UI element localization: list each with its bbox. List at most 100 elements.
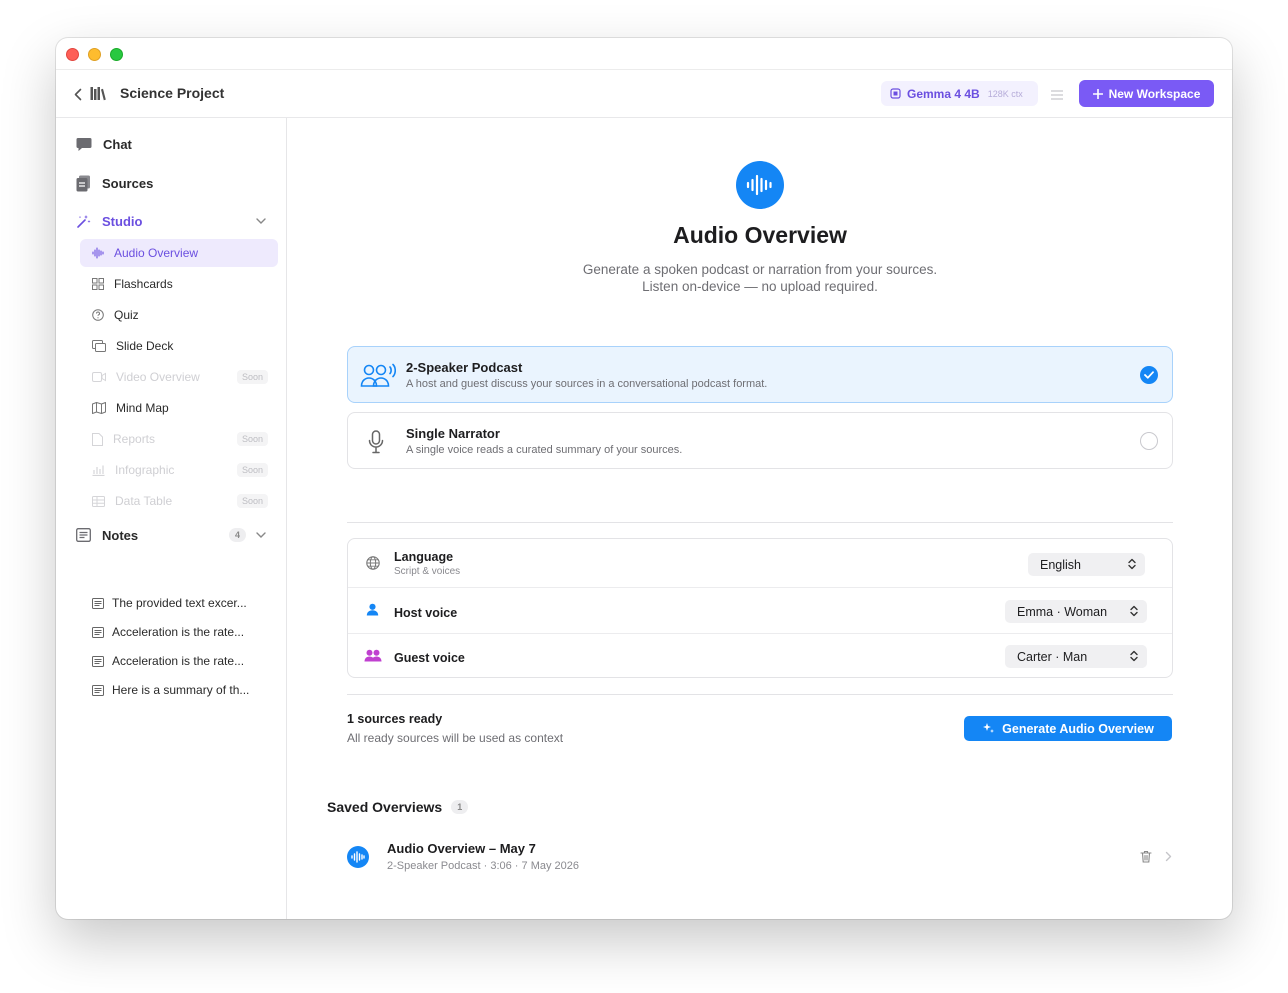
back-button[interactable]	[70, 84, 86, 104]
note-title: The provided text excer...	[112, 596, 247, 610]
sidebar-item-slide-deck[interactable]: Slide Deck	[80, 332, 278, 360]
person-icon	[366, 603, 379, 616]
main-panel: Audio Overview Generate a spoken podcast…	[288, 118, 1232, 919]
video-icon	[92, 372, 106, 382]
saved-overview-item[interactable]: Audio Overview – May 7 2-Speaker Podcast…	[347, 840, 1177, 876]
minimize-window-button[interactable]	[88, 48, 101, 61]
sidebar-item-flashcards[interactable]: Flashcards	[80, 270, 278, 298]
documents-icon	[76, 175, 90, 191]
host-voice-row: Host voice Emma · Woman	[348, 587, 1172, 633]
sparkle-icon	[983, 723, 995, 733]
option-single-narrator[interactable]: Single Narrator A single voice reads a c…	[347, 412, 1173, 469]
question-circle-icon	[92, 309, 104, 321]
guest-voice-select[interactable]: Carter · Man	[1005, 645, 1147, 668]
sidebar-item-data-table: Data Table Soon	[80, 487, 278, 515]
page-title: Audio Overview	[673, 222, 847, 248]
note-icon	[92, 655, 104, 667]
toolbar: Science Project Gemma 4 4B 128K ctx New …	[56, 70, 1232, 118]
sidebar-item-chat[interactable]: Chat	[76, 132, 132, 156]
language-row: Language Script & voices English	[348, 539, 1172, 585]
note-item[interactable]: Acceleration is the rate...	[92, 622, 272, 642]
divider	[347, 694, 1173, 695]
library-icon	[90, 86, 106, 106]
guest-voice-row: Guest voice Carter · Man	[348, 633, 1172, 679]
sidebar-section-notes[interactable]: Notes 4	[76, 523, 276, 547]
note-title: Acceleration is the rate...	[112, 654, 245, 668]
title-bar	[56, 38, 1232, 70]
option-description: A single voice reads a curated summary o…	[406, 444, 683, 456]
note-icon	[92, 626, 104, 638]
note-icon	[92, 597, 104, 609]
sidebar-item-mind-map[interactable]: Mind Map	[80, 394, 278, 422]
setting-sublabel: Script & voices	[394, 566, 461, 577]
chevron-down-icon[interactable]	[256, 532, 266, 538]
slides-icon	[92, 340, 106, 352]
sidebar-section-label: Studio	[102, 213, 143, 229]
sidebar-item-audio-overview[interactable]: Audio Overview	[80, 239, 278, 267]
sidebar-item-reports: Reports Soon	[80, 425, 278, 453]
chevron-left-icon	[74, 88, 82, 100]
new-workspace-button[interactable]: New Workspace	[1079, 80, 1214, 107]
setting-label: Guest voice	[394, 651, 465, 665]
page-subtitle: Generate a spoken podcast or narration f…	[288, 261, 1232, 295]
model-name: Gemma 4 4B	[907, 86, 980, 101]
soon-badge: Soon	[236, 463, 268, 477]
sidebar-item-infographic: Infographic Soon	[80, 456, 278, 484]
subtitle-line: Listen on-device — no upload required.	[642, 279, 878, 294]
generate-audio-overview-button[interactable]: Generate Audio Overview	[964, 716, 1172, 741]
sidebar-item-label: Sources	[102, 175, 154, 191]
note-item[interactable]: Here is a summary of th...	[92, 680, 272, 700]
zoom-window-button[interactable]	[110, 48, 123, 61]
option-title: Single Narrator	[406, 426, 500, 441]
new-workspace-label: New Workspace	[1108, 86, 1201, 101]
sidebar-item-label: Chat	[103, 136, 132, 152]
notes-count-badge: 4	[229, 528, 247, 542]
option-two-speaker-podcast[interactable]: 2-Speaker Podcast A host and guest discu…	[347, 346, 1173, 403]
updown-chevron-icon	[1128, 558, 1136, 570]
sidebar-item-label: Flashcards	[114, 277, 173, 291]
sidebar: Chat Sources Studio Audio Overview Flash…	[56, 118, 287, 919]
host-voice-select[interactable]: Emma · Woman	[1005, 600, 1147, 623]
sidebar-item-label: Infographic	[115, 463, 175, 477]
sidebar-section-studio[interactable]: Studio	[76, 209, 276, 233]
sidebar-item-quiz[interactable]: Quiz	[80, 301, 278, 329]
microphone-icon	[368, 430, 384, 454]
trash-icon[interactable]	[1140, 850, 1152, 863]
select-value: English	[1040, 557, 1081, 572]
audio-waveform-icon	[736, 161, 784, 209]
divider	[347, 522, 1173, 523]
two-people-icon	[364, 649, 382, 662]
model-context: 128K ctx	[987, 88, 1023, 99]
sidebar-item-sources[interactable]: Sources	[76, 171, 153, 195]
sidebar-item-label: Mind Map	[116, 401, 169, 415]
radio-button[interactable]	[1140, 432, 1158, 450]
select-value: Carter · Man	[1017, 649, 1088, 664]
plus-icon	[1092, 88, 1103, 99]
chart-icon	[92, 465, 105, 476]
chevron-down-icon[interactable]	[256, 218, 266, 224]
note-item[interactable]: Acceleration is the rate...	[92, 651, 272, 671]
model-selector[interactable]: Gemma 4 4B 128K ctx	[881, 81, 1038, 106]
project-title: Science Project	[120, 85, 225, 101]
sources-ready-title: 1 sources ready	[347, 712, 443, 726]
list-icon[interactable]	[1051, 87, 1063, 105]
generate-label: Generate Audio Overview	[1002, 721, 1154, 736]
soon-badge: Soon	[236, 370, 268, 384]
close-window-button[interactable]	[66, 48, 79, 61]
select-value: Emma · Woman	[1017, 604, 1108, 619]
saved-overview-name: Audio Overview – May 7	[387, 841, 536, 856]
note-item[interactable]: The provided text excer...	[92, 593, 272, 613]
language-select[interactable]: English	[1028, 553, 1145, 576]
saved-overviews-heading: Saved Overviews 1	[327, 799, 469, 815]
updown-chevron-icon	[1130, 650, 1138, 662]
chevron-right-icon[interactable]	[1165, 851, 1172, 862]
option-title: 2-Speaker Podcast	[406, 360, 523, 375]
map-icon	[92, 402, 106, 414]
sidebar-section-label: Notes	[102, 527, 139, 543]
sources-ready-subtitle: All ready sources will be used as contex…	[347, 731, 564, 745]
saved-count-badge: 1	[451, 800, 469, 814]
voice-settings: Language Script & voices English Host vo…	[347, 538, 1173, 678]
waveform-icon	[92, 247, 104, 259]
sidebar-item-label: Quiz	[114, 308, 139, 322]
chip-icon	[890, 88, 901, 99]
